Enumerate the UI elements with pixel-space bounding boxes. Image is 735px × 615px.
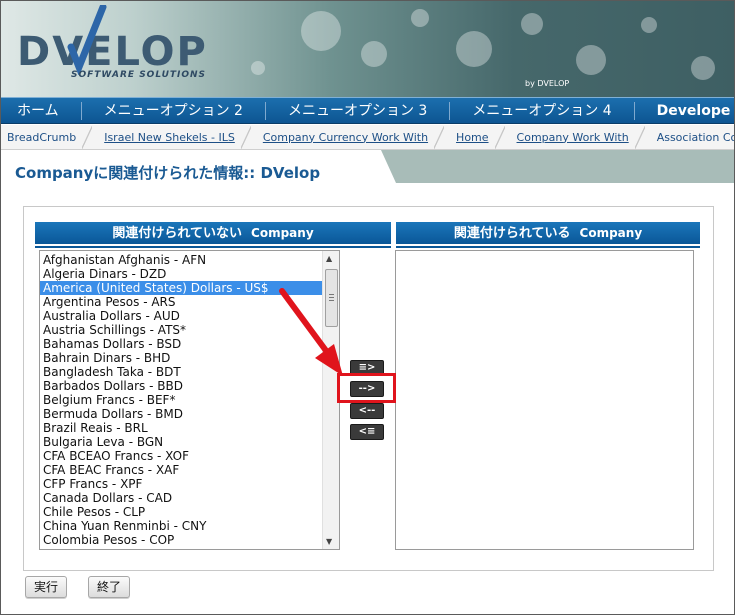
banner-mark: by DVELOP bbox=[525, 79, 570, 88]
list-item[interactable]: CFP Francs - XPF bbox=[40, 477, 322, 491]
nav-item-developer[interactable]: Develope bbox=[635, 102, 734, 120]
list-item[interactable]: Colombia Pesos - COP bbox=[40, 533, 322, 547]
list-item[interactable]: Belgium Francs - BEF* bbox=[40, 393, 322, 407]
list-item[interactable]: Argentina Pesos - ARS bbox=[40, 295, 322, 309]
page-title: Companyに関連付けられた情報:: DVelop bbox=[15, 164, 321, 182]
header-banner: DVELOP SOFTWARE SOLUTIONS by DVELOP bbox=[1, 1, 734, 97]
breadcrumb-link-home[interactable]: Home bbox=[448, 125, 506, 149]
list-item[interactable]: Barbados Dollars - BBD bbox=[40, 379, 322, 393]
list-item[interactable]: Bahamas Dollars - BSD bbox=[40, 337, 322, 351]
breadcrumb-link-company-work-with[interactable]: Company Work With bbox=[509, 125, 645, 149]
highlight-box bbox=[337, 373, 396, 403]
list-item[interactable]: Chile Pesos - CLP bbox=[40, 505, 322, 519]
list-item[interactable]: America (United States) Dollars - US$ bbox=[40, 280, 323, 296]
list-item[interactable]: China Yuan Renminbi - CNY bbox=[40, 519, 322, 533]
logo-subtitle: SOFTWARE SOLUTIONS bbox=[71, 70, 207, 80]
breadcrumb: BreadCrumb Israel New Shekels - ILS Comp… bbox=[1, 125, 734, 150]
list-item[interactable]: Brazil Reais - BRL bbox=[40, 421, 322, 435]
nav-item-menu-option-3[interactable]: メニューオプション 3 bbox=[266, 101, 451, 120]
remove-all-button[interactable]: <≡ bbox=[350, 424, 384, 440]
list-item[interactable]: Bahrain Dinars - BHD bbox=[40, 351, 322, 365]
breadcrumb-link-company-currency[interactable]: Company Currency Work With bbox=[255, 125, 445, 149]
logo-v-mark bbox=[67, 5, 107, 75]
breadcrumb-root: BreadCrumb bbox=[1, 125, 93, 149]
breadcrumb-current: Association Co bbox=[649, 131, 734, 144]
list-item[interactable]: CFA BEAC Francs - XAF bbox=[40, 463, 322, 477]
associated-list[interactable] bbox=[395, 250, 694, 550]
nav-item-menu-option-2[interactable]: メニューオプション 2 bbox=[82, 101, 266, 120]
list-item[interactable]: Bermuda Dollars - BMD bbox=[40, 407, 322, 421]
list-item[interactable]: CFA BCEAO Francs - XOF bbox=[40, 449, 322, 463]
execute-button[interactable]: 実行 bbox=[25, 576, 67, 598]
list-item[interactable]: Bangladesh Taka - BDT bbox=[40, 365, 322, 379]
scroll-thumb[interactable] bbox=[325, 269, 338, 327]
scroll-up-icon[interactable]: ▲ bbox=[326, 254, 332, 263]
scroll-down-icon[interactable]: ▼ bbox=[326, 537, 332, 546]
unassociated-header: 関連付けられていない Company bbox=[35, 222, 391, 246]
nav-item-home[interactable]: ホーム bbox=[1, 101, 82, 120]
associated-header: 関連付けられている Company bbox=[396, 222, 700, 246]
close-button[interactable]: 終了 bbox=[88, 576, 130, 598]
main-nav: ホーム メニューオプション 2 メニューオプション 3 メニューオプション 4 … bbox=[1, 97, 734, 124]
list-item[interactable]: Canada Dollars - CAD bbox=[40, 491, 322, 505]
logo-text: DVELOP bbox=[17, 29, 208, 75]
list-item[interactable]: Algeria Dinars - DZD bbox=[40, 267, 322, 281]
unassociated-list[interactable]: Afghanistan Afghanis - AFN Algeria Dinars… bbox=[39, 250, 340, 550]
list-item[interactable]: Afghanistan Afghanis - AFN bbox=[40, 253, 322, 267]
list-item[interactable]: Bulgaria Leva - BGN bbox=[40, 435, 322, 449]
title-bar: Companyに関連付けられた情報:: DVelop bbox=[1, 150, 734, 183]
list-item[interactable]: Australia Dollars - AUD bbox=[40, 309, 322, 323]
list-item[interactable]: Austria Schillings - ATS* bbox=[40, 323, 322, 337]
nav-item-menu-option-4[interactable]: メニューオプション 4 bbox=[450, 101, 635, 120]
remove-button[interactable]: <-- bbox=[350, 403, 384, 419]
breadcrumb-link-ils[interactable]: Israel New Shekels - ILS bbox=[96, 125, 251, 149]
